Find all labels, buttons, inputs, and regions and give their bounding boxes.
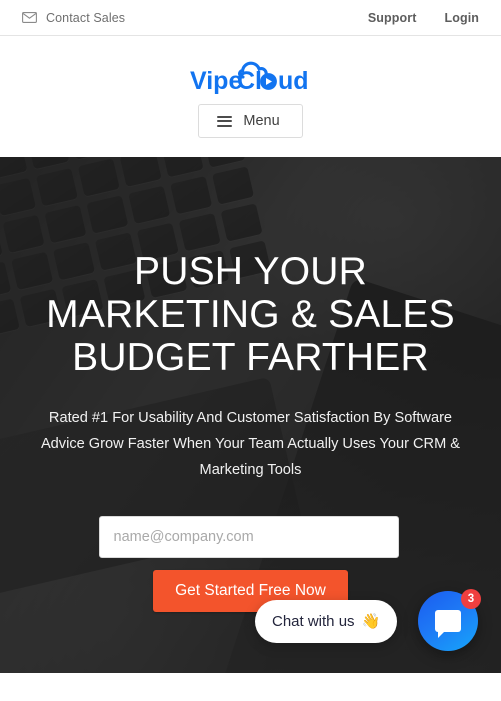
contact-sales-label: Contact Sales [46,10,126,25]
chat-prompt-pill[interactable]: Chat with us 👋 [255,600,398,643]
top-utility-bar: Contact Sales Support Login [0,0,501,36]
envelope-icon [22,12,37,23]
menu-button-label: Menu [243,113,280,129]
svg-text:Vipe: Vipe [190,67,242,95]
hero-section: PUSH YOUR MARKETING & SALES BUDGET FARTH… [0,157,501,673]
chat-unread-badge: 3 [461,589,481,609]
waving-hand-icon: 👋 [361,613,381,630]
hero-signup-form: Get Started Free Now [18,515,483,612]
contact-sales-link[interactable]: Contact Sales [22,11,125,25]
chat-prompt-label: Chat with us [272,613,355,630]
support-link[interactable]: Support [368,11,417,25]
site-header: Vipe Cl ud Menu [0,36,501,157]
email-input[interactable] [98,515,399,558]
speech-bubble-icon [435,610,461,638]
vipecloud-logo[interactable]: Vipe Cl ud [188,49,313,95]
svg-text:ud: ud [278,67,309,95]
login-link[interactable]: Login [444,11,479,25]
topbar-right-group: Support Login [368,11,479,25]
menu-button[interactable]: Menu [198,104,303,138]
page-root: Contact Sales Support Login Vipe Cl ud M… [0,0,501,701]
svg-text:Cl: Cl [237,67,262,95]
hero-headline: PUSH YOUR MARKETING & SALES BUDGET FARTH… [46,250,455,379]
page-footer-space [0,673,501,701]
hero-subheadline: Rated #1 For Usability And Customer Sati… [40,409,461,478]
topbar-left-group: Contact Sales [22,11,368,25]
hero-content: PUSH YOUR MARKETING & SALES BUDGET FARTH… [0,250,501,612]
chat-launcher-button[interactable]: 3 [418,589,481,651]
hamburger-icon [217,115,233,127]
